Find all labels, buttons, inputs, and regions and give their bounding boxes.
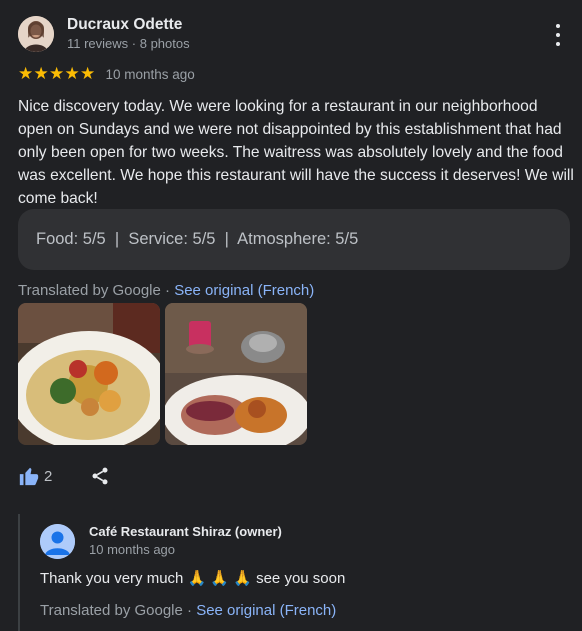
review-actions: 2 — [18, 465, 110, 487]
owner-avatar — [40, 524, 75, 559]
owner-reply: Café Restaurant Shiraz (owner) 10 months… — [18, 514, 580, 631]
sub-ratings-text: Food: 5/5 | Service: 5/5 | Atmosphere: 5… — [36, 230, 359, 248]
star-icon: ★ — [18, 64, 34, 84]
star-icon: ★ — [33, 64, 49, 84]
review-text: Nice discovery today. We were looking fo… — [18, 98, 574, 207]
see-original-link[interactable]: See original (French) — [174, 282, 314, 299]
star-icon: ★ — [64, 64, 80, 84]
review-photo-tajine[interactable] — [165, 303, 307, 445]
owner-name: Café Restaurant Shiraz (owner) — [89, 524, 282, 539]
author-name[interactable]: Ducraux Odette — [67, 15, 190, 35]
see-original-link[interactable]: See original (French) — [196, 602, 336, 619]
share-icon[interactable] — [90, 466, 110, 486]
more-vert-dot — [556, 42, 560, 46]
more-options-button[interactable] — [552, 24, 564, 46]
review-photo-couscous[interactable] — [18, 303, 160, 445]
separator: · — [182, 602, 197, 619]
star-icon: ★ — [49, 64, 65, 84]
translated-label: Translated by Google — [40, 602, 183, 619]
sub-ratings-box: Food: 5/5 | Service: 5/5 | Atmosphere: 5… — [18, 209, 570, 270]
star-icon: ★ — [80, 64, 96, 84]
translated-label: Translated by Google — [18, 282, 161, 299]
more-vert-dot — [556, 33, 560, 37]
author-info: Ducraux Odette 11 reviews · 8 photos — [67, 15, 190, 53]
star-rating: ★ ★ ★ ★ ★ — [18, 64, 96, 84]
owner-translation-notice: Translated by Google · See original (Fre… — [40, 601, 336, 621]
owner-reply-date: 10 months ago — [89, 542, 176, 557]
author-avatar[interactable] — [18, 16, 54, 52]
rating-row: ★ ★ ★ ★ ★ 10 months ago — [18, 64, 195, 84]
more-vert-icon — [556, 24, 560, 28]
translation-notice: Translated by Google · See original (Fre… — [18, 281, 314, 301]
owner-reply-text: Thank you very much 🙏 🙏 🙏 see you soon — [40, 570, 346, 587]
review-card: Ducraux Odette 11 reviews · 8 photos ★ ★… — [0, 0, 582, 631]
thumb-up-icon[interactable] — [18, 465, 40, 487]
review-header: Ducraux Odette 11 reviews · 8 photos — [18, 15, 190, 53]
separator: · — [160, 282, 175, 299]
review-date: 10 months ago — [105, 66, 195, 82]
like-count: 2 — [44, 467, 53, 485]
author-meta: 11 reviews · 8 photos — [67, 36, 190, 51]
